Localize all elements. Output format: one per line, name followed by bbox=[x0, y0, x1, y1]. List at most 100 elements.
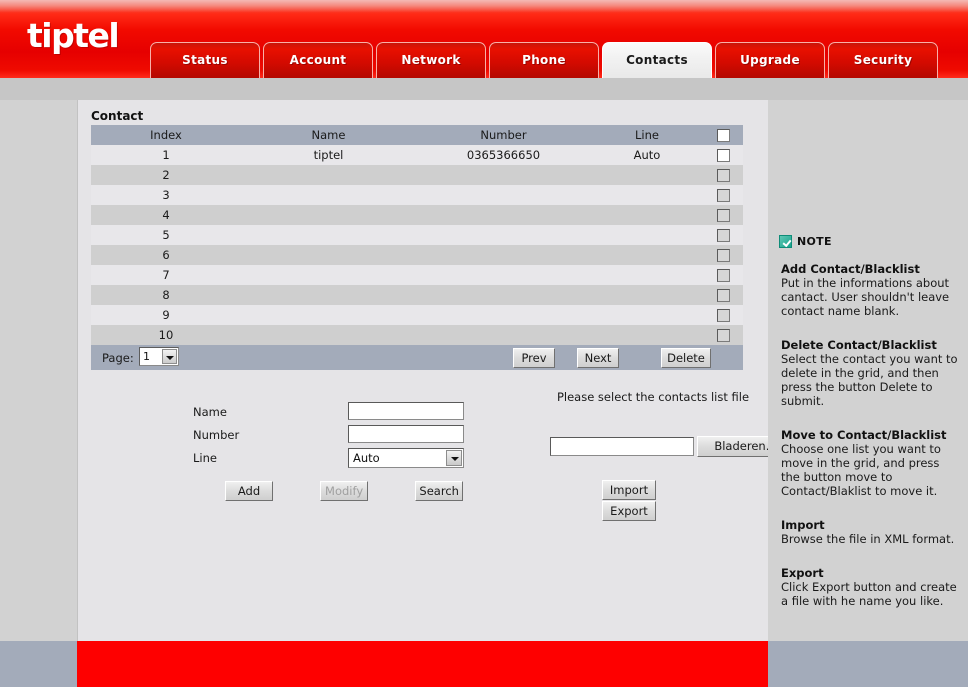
row-checkbox[interactable] bbox=[716, 209, 730, 222]
cell-name bbox=[241, 225, 416, 245]
column-header-index[interactable]: Index bbox=[91, 125, 241, 145]
column-header-name[interactable]: Name bbox=[241, 125, 416, 145]
cell-line bbox=[591, 285, 703, 305]
row-checkbox[interactable] bbox=[716, 189, 730, 202]
row-checkbox[interactable] bbox=[716, 249, 730, 262]
cell-name bbox=[241, 205, 416, 225]
delete-button[interactable]: Delete bbox=[661, 348, 711, 368]
row-checkbox[interactable] bbox=[716, 289, 730, 302]
cell-name bbox=[241, 325, 416, 345]
cell-number bbox=[416, 185, 591, 205]
note-block-title: Move to Contact/Blacklist bbox=[781, 428, 947, 442]
table-header-row: Index Name Number Line bbox=[91, 125, 743, 145]
tab-status[interactable]: Status bbox=[150, 42, 260, 78]
cell-number bbox=[416, 265, 591, 285]
column-header-number[interactable]: Number bbox=[416, 125, 591, 145]
select-all-checkbox[interactable] bbox=[716, 129, 730, 142]
name-input[interactable] bbox=[348, 402, 464, 420]
add-button[interactable]: Add bbox=[225, 481, 273, 501]
table-row[interactable]: 8 bbox=[91, 285, 743, 305]
tab-phone[interactable]: Phone bbox=[489, 42, 599, 78]
cell-select bbox=[703, 225, 743, 245]
note-check-icon bbox=[779, 235, 792, 248]
import-export-title: Please select the contacts list file bbox=[556, 390, 750, 404]
page-select[interactable]: 1 bbox=[139, 347, 179, 366]
cell-name bbox=[241, 265, 416, 285]
search-button[interactable]: Search bbox=[415, 481, 464, 501]
row-checkbox[interactable] bbox=[716, 229, 730, 242]
column-header-line[interactable]: Line bbox=[591, 125, 703, 145]
table-row[interactable]: 1 tiptel 0365366650 Auto bbox=[91, 145, 743, 165]
contact-form-buttons: Add Modify Search bbox=[225, 480, 505, 501]
cell-number: 0365366650 bbox=[416, 145, 591, 165]
cell-select bbox=[703, 325, 743, 345]
cell-select bbox=[703, 265, 743, 285]
row-checkbox[interactable] bbox=[716, 169, 730, 182]
tab-security[interactable]: Security bbox=[828, 42, 938, 78]
cell-index: 6 bbox=[91, 245, 241, 265]
cell-number bbox=[416, 325, 591, 345]
cell-index: 1 bbox=[91, 145, 241, 165]
cell-index: 8 bbox=[91, 285, 241, 305]
number-input[interactable] bbox=[348, 425, 464, 443]
import-export-buttons: Import Export bbox=[602, 479, 768, 521]
cell-name bbox=[241, 185, 416, 205]
note-block-text: Choose one list you want to move in the … bbox=[781, 442, 941, 498]
page-label: Page: bbox=[102, 351, 134, 365]
note-block: Delete Contact/Blacklist Select the cont… bbox=[781, 338, 961, 408]
row-checkbox[interactable] bbox=[716, 149, 730, 162]
cell-select bbox=[703, 285, 743, 305]
tab-account[interactable]: Account bbox=[263, 42, 373, 78]
cell-index: 5 bbox=[91, 225, 241, 245]
row-checkbox[interactable] bbox=[716, 329, 730, 342]
cell-line: Auto bbox=[591, 145, 703, 165]
row-checkbox[interactable] bbox=[716, 269, 730, 282]
export-button[interactable]: Export bbox=[602, 501, 656, 521]
table-row[interactable]: 9 bbox=[91, 305, 743, 325]
cell-line bbox=[591, 325, 703, 345]
table-row[interactable]: 5 bbox=[91, 225, 743, 245]
cell-index: 7 bbox=[91, 265, 241, 285]
row-checkbox[interactable] bbox=[716, 309, 730, 322]
cell-name bbox=[241, 285, 416, 305]
cell-select bbox=[703, 145, 743, 165]
import-button[interactable]: Import bbox=[602, 480, 656, 500]
cell-number bbox=[416, 205, 591, 225]
cell-line bbox=[591, 165, 703, 185]
header-gloss bbox=[0, 0, 968, 12]
next-button[interactable]: Next bbox=[577, 348, 619, 368]
page-footer bbox=[0, 641, 968, 687]
table-row[interactable]: 6 bbox=[91, 245, 743, 265]
chevron-down-icon bbox=[162, 349, 177, 364]
main-nav-tabs: Status Account Network Phone Contacts Up… bbox=[150, 42, 941, 78]
cell-index: 4 bbox=[91, 205, 241, 225]
cell-select bbox=[703, 205, 743, 225]
table-row[interactable]: 4 bbox=[91, 205, 743, 225]
table-row[interactable]: 7 bbox=[91, 265, 743, 285]
table-row[interactable]: 3 bbox=[91, 185, 743, 205]
cell-name bbox=[241, 165, 416, 185]
note-block: Add Contact/Blacklist Put in the informa… bbox=[781, 262, 961, 318]
cell-index: 10 bbox=[91, 325, 241, 345]
tiptel-logo: tiptel bbox=[27, 16, 120, 55]
tab-upgrade[interactable]: Upgrade bbox=[715, 42, 825, 78]
modify-button[interactable]: Modify bbox=[320, 481, 369, 501]
tab-contacts[interactable]: Contacts bbox=[602, 42, 712, 78]
table-row[interactable]: 2 bbox=[91, 165, 743, 185]
footer-red-bar bbox=[77, 641, 768, 687]
prev-button[interactable]: Prev bbox=[513, 348, 555, 368]
tab-network[interactable]: Network bbox=[376, 42, 486, 78]
page-header: tiptel Status Account Network Phone Cont… bbox=[0, 0, 968, 78]
note-block-text: Select the contact you want to delete in… bbox=[781, 352, 958, 408]
contacts-panel: Contact Index Name Number Line 1 tiptel … bbox=[77, 100, 794, 641]
page-select-value: 1 bbox=[143, 350, 150, 363]
cell-number bbox=[416, 305, 591, 325]
column-header-select-all bbox=[703, 125, 743, 145]
cell-index: 9 bbox=[91, 305, 241, 325]
file-path-input[interactable] bbox=[550, 437, 694, 456]
note-block-text: Click Export button and create a file wi… bbox=[781, 580, 957, 608]
line-select[interactable]: Auto bbox=[348, 448, 464, 468]
table-row[interactable]: 10 bbox=[91, 325, 743, 345]
note-block: Export Click Export button and create a … bbox=[781, 566, 961, 608]
cell-number bbox=[416, 245, 591, 265]
